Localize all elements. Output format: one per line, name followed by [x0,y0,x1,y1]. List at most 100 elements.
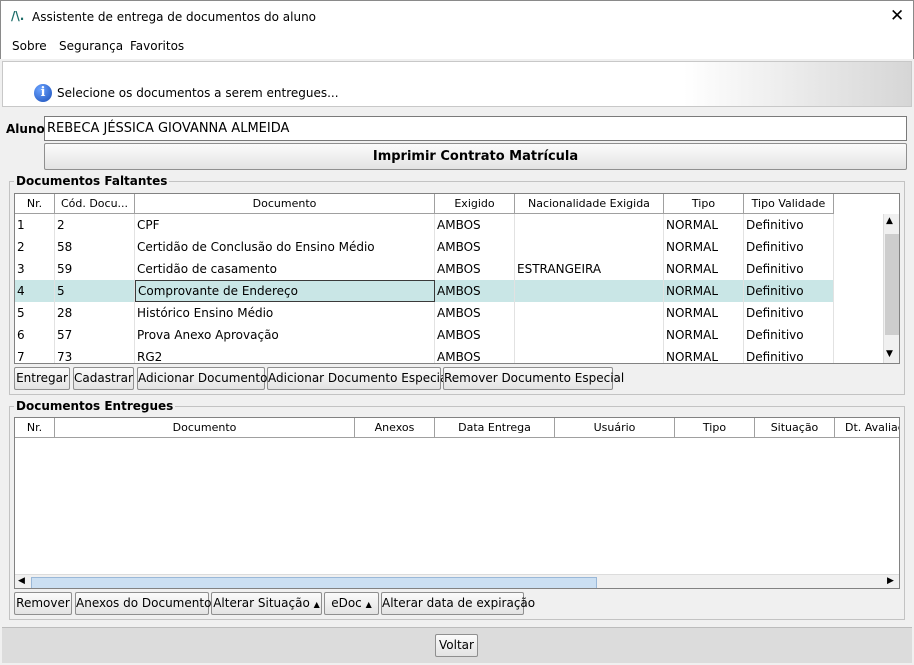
col-tipo[interactable]: Tipo [664,194,744,214]
cell-documento: Certidão de casamento [135,258,435,280]
col-data-entrega[interactable]: Data Entrega [435,418,555,438]
entregues-hscroll[interactable]: ◀ ▶ [15,574,899,588]
faltantes-title: Documentos Faltantes [14,174,170,188]
cell-exigido: AMBOS [435,280,515,302]
col-nr[interactable]: Nr. [15,418,55,438]
cell-tipo-validade: Definitivo [744,258,834,280]
col-situacao[interactable]: Situação [755,418,835,438]
cell-exigido: AMBOS [435,324,515,346]
cell-nacionalidade [515,214,664,236]
print-contract-button[interactable]: Imprimir Contrato Matrícula [44,143,907,170]
cell-documento: Comprovante de Endereço [135,280,435,302]
alterar-situacao-label: Alterar Situação [213,596,310,610]
scroll-up-icon[interactable]: ▲ [886,216,893,226]
scroll-left-icon[interactable]: ◀ [18,576,25,586]
table-row[interactable]: 5 28 Histórico Ensino Médio AMBOS NORMAL Defi… [15,302,834,324]
menu-seguranca[interactable]: Segurança [59,39,123,53]
cell-documento: Prova Anexo Aprovação [135,324,435,346]
col-tipo[interactable]: Tipo [675,418,755,438]
entregues-title: Documentos Entregues [14,399,176,413]
edoc-button[interactable]: eDoc ▲ [324,592,379,615]
cell-nacionalidade [515,346,664,363]
cell-nr: 1 [15,214,55,236]
cell-nr: 2 [15,236,55,258]
cell-nr: 4 [15,280,55,302]
cell-tipo-validade: Definitivo [744,324,834,346]
info-text: Selecione os documentos a serem entregue… [57,86,339,100]
faltantes-table[interactable]: Nr. Cód. Docu... Documento Exigido Nacio… [14,193,900,364]
menu-favoritos[interactable]: Favoritos [130,39,184,53]
cell-nacionalidade [515,236,664,258]
cell-nr: 5 [15,302,55,324]
faltantes-rows: 1 2 CPF AMBOS NORMAL Definitivo 2 58 Certidão de… [15,214,883,363]
cell-documento: Certidão de Conclusão do Ensino Médio [135,236,435,258]
close-icon[interactable]: ✕ [890,6,904,26]
cell-tipo-validade: Definitivo [744,302,834,324]
scroll-right-icon[interactable]: ▶ [887,576,894,586]
scroll-thumb[interactable] [885,234,899,335]
cell-nr: 3 [15,258,55,280]
table-row[interactable]: 3 59 Certidão de casamento AMBOS ESTRANGEIRA… [15,258,834,280]
window-title: Assistente de entrega de documentos do a… [32,10,317,24]
app-logo-icon: /\. [11,9,25,23]
cell-documento: RG2 [135,346,435,363]
cell-nr: 7 [15,346,55,363]
title-bar: /\. Assistente de entrega de documentos … [0,0,914,32]
col-documento[interactable]: Documento [55,418,355,438]
cadastrar-button[interactable]: Cadastrar [73,367,134,390]
adicionar-documento-button[interactable]: Adicionar Documento [137,367,267,390]
table-row[interactable]: 1 2 CPF AMBOS NORMAL Definitivo [15,214,834,236]
alterar-data-expiracao-button[interactable]: Alterar data de expiração [381,592,535,615]
table-row[interactable]: 4 5 Comprovante de Endereço AMBOS NORMAL Defi… [15,280,834,302]
menu-bar: Sobre Segurança Favoritos [0,32,914,59]
table-row[interactable]: 2 58 Certidão de Conclusão do Ensino Médio… [15,236,834,258]
col-anexos[interactable]: Anexos [355,418,435,438]
cell-cod: 57 [55,324,135,346]
entregues-table[interactable]: Nr. Documento Anexos Data Entrega Usuári… [14,417,900,589]
cell-tipo: NORMAL [664,214,744,236]
faltantes-vscroll[interactable]: ▲ ▼ [883,214,899,363]
remover-especial-button[interactable]: Remover Documento Especial [443,367,624,390]
cell-tipo: NORMAL [664,280,744,302]
cell-exigido: AMBOS [435,302,515,324]
cell-documento: CPF [135,214,435,236]
cell-tipo: NORMAL [664,236,744,258]
cell-tipo-validade: Definitivo [744,236,834,258]
col-exigido[interactable]: Exigido [435,194,515,214]
col-nacionalidade[interactable]: Nacionalidade Exigida [515,194,664,214]
menu-sobre[interactable]: Sobre [12,39,47,53]
caret-up-icon: ▲ [313,600,320,609]
cell-tipo: NORMAL [664,346,744,363]
cell-tipo: NORMAL [664,302,744,324]
cell-exigido: AMBOS [435,214,515,236]
cell-cod: 28 [55,302,135,324]
info-banner: i Selecione os documentos a serem entreg… [2,61,912,107]
caret-up-icon: ▲ [365,600,372,609]
anexos-documento-button[interactable]: Anexos do Documento [75,592,211,615]
alterar-situacao-button[interactable]: Alterar Situação ▲ [211,592,322,615]
col-nr[interactable]: Nr. [15,194,55,214]
aluno-field[interactable]: REBECA JÉSSICA GIOVANNA ALMEIDA [44,116,907,141]
cell-exigido: AMBOS [435,236,515,258]
col-usuario[interactable]: Usuário [555,418,675,438]
col-cod[interactable]: Cód. Docu... [55,194,135,214]
cell-nacionalidade [515,280,664,302]
scroll-thumb[interactable] [31,577,597,588]
col-tipo-validade[interactable]: Tipo Validade [744,194,834,214]
voltar-button[interactable]: Voltar [435,634,478,657]
aluno-label: Aluno: [6,122,50,136]
cell-exigido: AMBOS [435,346,515,363]
col-dt-avaliacao[interactable]: Dt. Avaliaçã [835,418,899,438]
table-row[interactable]: 6 57 Prova Anexo Aprovação AMBOS NORMAL Defin… [15,324,834,346]
col-documento[interactable]: Documento [135,194,435,214]
scroll-down-icon[interactable]: ▼ [886,349,893,359]
cell-cod: 5 [55,280,135,302]
cell-tipo-validade: Definitivo [744,280,834,302]
entregar-button[interactable]: Entregar [14,367,70,390]
remover-button[interactable]: Remover [14,592,72,615]
cell-cod: 59 [55,258,135,280]
cell-cod: 73 [55,346,135,363]
adicionar-especial-button[interactable]: Adicionar Documento Especial [267,367,451,390]
edoc-label: eDoc [331,596,362,610]
table-row[interactable]: 7 73 RG2 AMBOS NORMAL Definitivo [15,346,834,363]
